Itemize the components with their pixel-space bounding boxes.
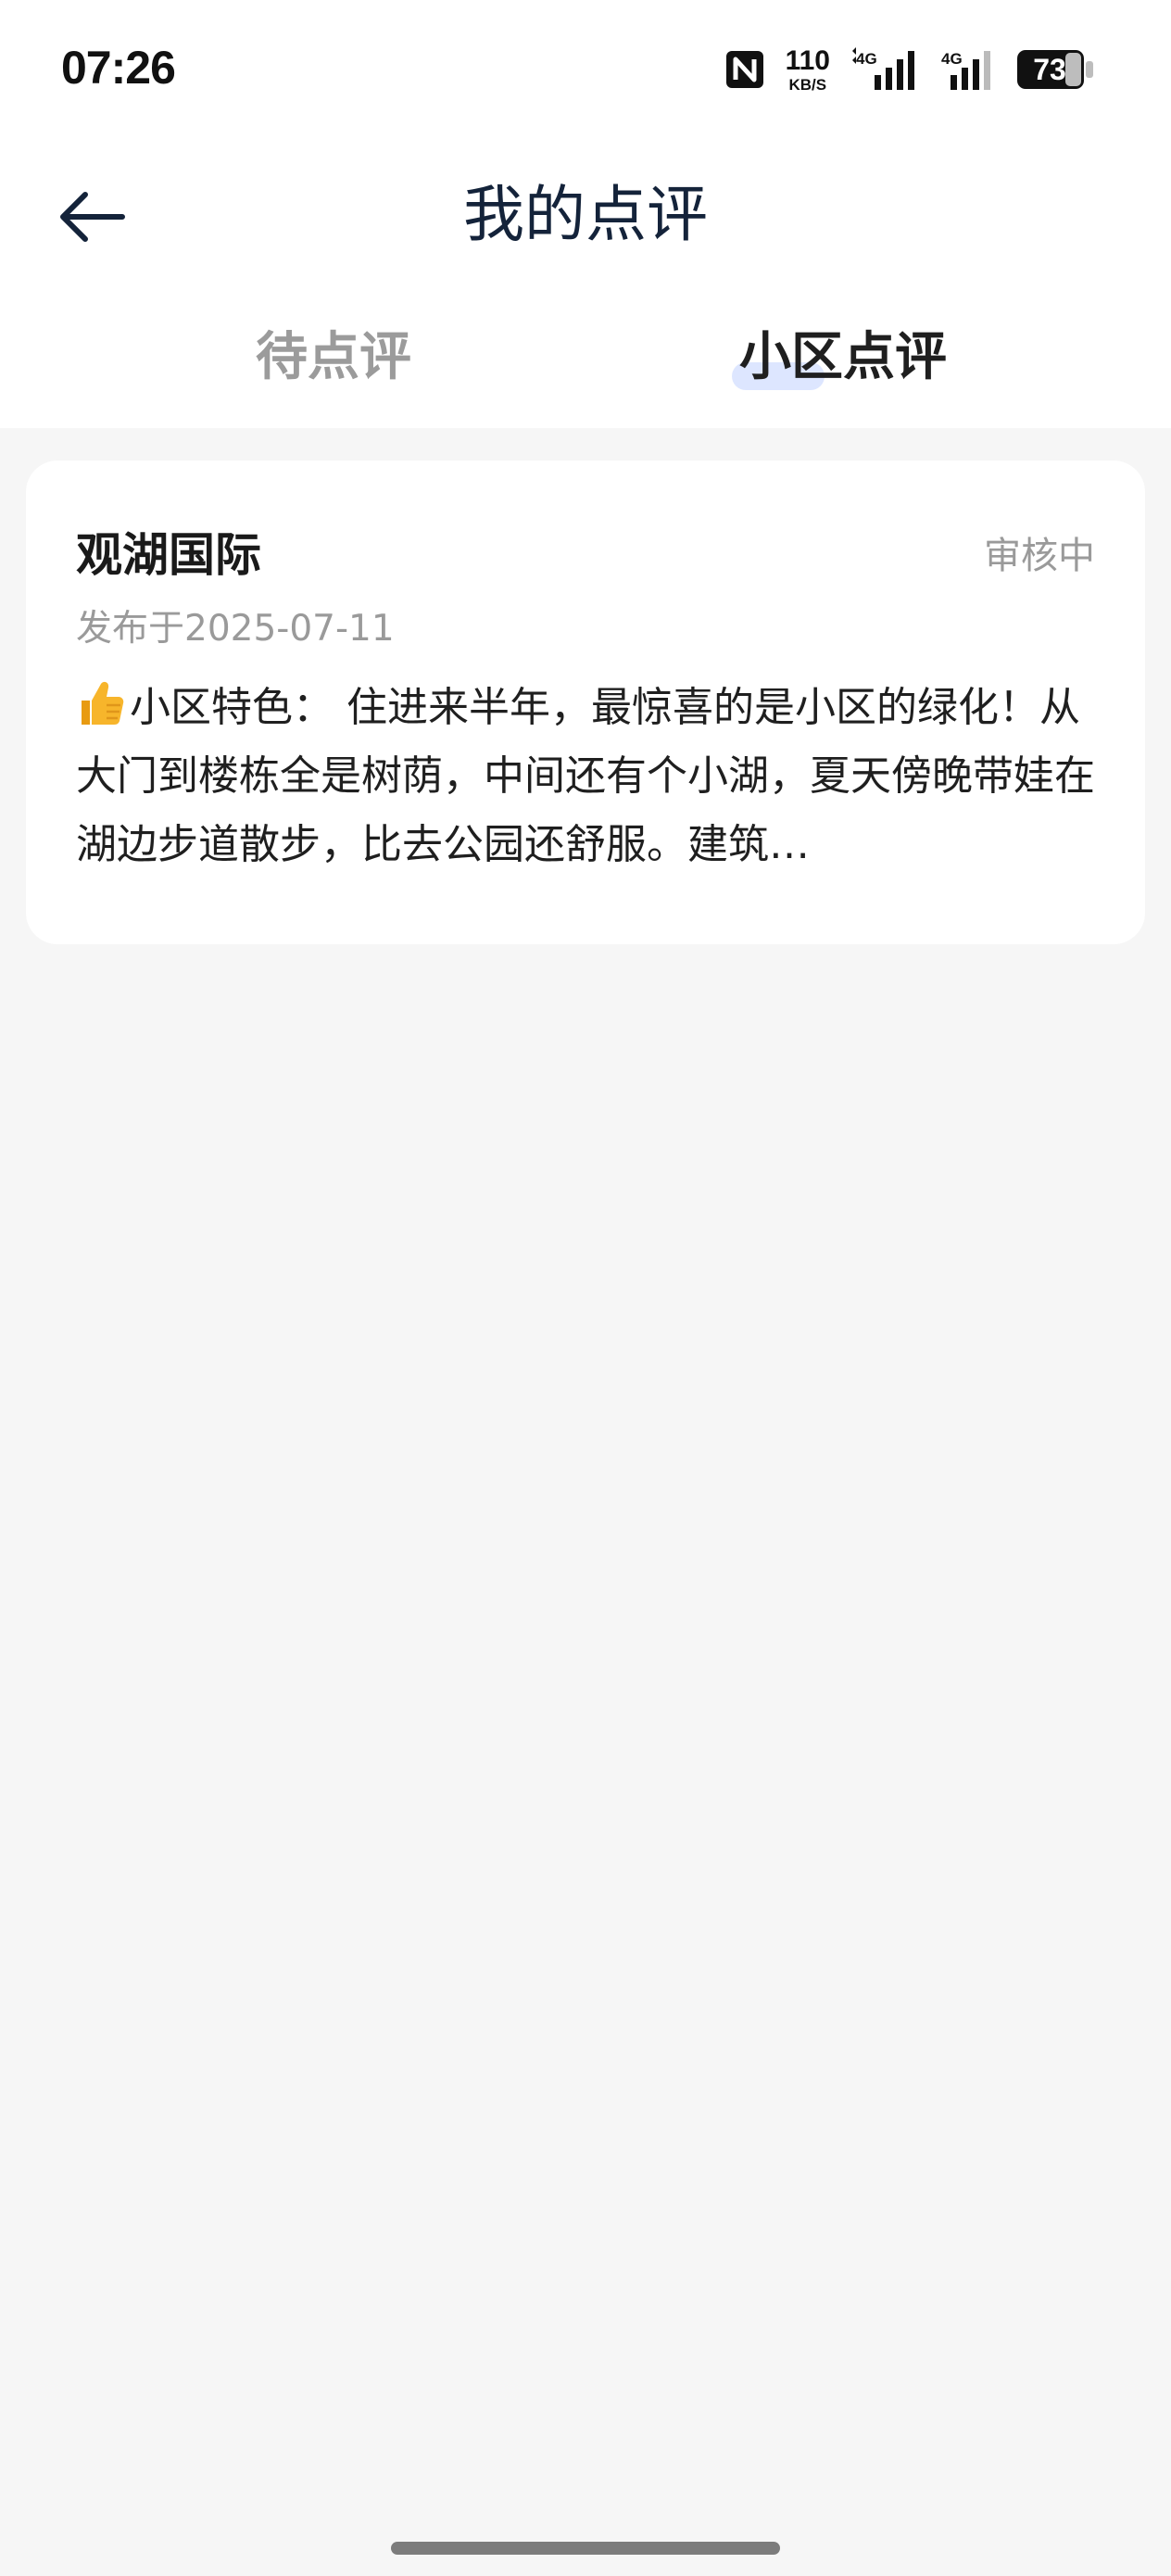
tab-community-reviews[interactable]: 小区点评 — [704, 301, 982, 403]
community-name: 观湖国际 — [76, 528, 261, 582]
review-card[interactable]: 观湖国际 审核中 发布于2025-07-11 小区特色： 住进来半年，最惊喜的是… — [26, 461, 1145, 944]
status-time: 07:26 — [61, 42, 176, 94]
review-content: 小区特色： 住进来半年，最惊喜的是小区的绿化！从大门到楼栋全是树荫，中间还有个小… — [76, 674, 1104, 879]
signal-icon: 4G — [941, 47, 997, 92]
network-speed: 110 KB/S — [785, 44, 830, 94]
signal-icon: 4G — [850, 47, 921, 92]
signal-2-label: 4G — [941, 50, 963, 68]
nfc-icon — [724, 49, 765, 90]
tab-label: 待点评 — [256, 326, 411, 387]
network-speed-value: 110 — [785, 44, 830, 76]
tab-bar: 待点评 小区点评 — [0, 301, 1171, 403]
signal-1-label: 4G — [856, 50, 877, 68]
review-text: 小区特色： 住进来半年，最惊喜的是小区的绿化！从大门到楼栋全是树荫，中间还有个小… — [76, 684, 1095, 868]
header: 我的点评 待点评 小区点评 — [0, 139, 1171, 428]
tab-label: 小区点评 — [739, 326, 947, 387]
screen: 07:26 110 KB/S 4G 4G 73 我的点评 待点评 小区点评 观湖… — [0, 0, 1171, 2576]
page-title: 我的点评 — [463, 179, 708, 250]
battery-level: 73 — [1033, 52, 1066, 86]
tab-pending-reviews[interactable]: 待点评 — [204, 301, 463, 403]
home-indicator[interactable] — [391, 2542, 780, 2555]
battery-icon: 73 — [1017, 50, 1097, 89]
thumbs-up-icon — [82, 681, 124, 725]
network-speed-unit: KB/S — [788, 75, 827, 94]
review-status-badge: 审核中 — [984, 535, 1095, 577]
review-date: 发布于2025-07-11 — [76, 608, 395, 650]
status-icons: 110 KB/S 4G 4G 73 — [724, 46, 1097, 93]
status-bar: 07:26 110 KB/S 4G 4G 73 — [0, 0, 1171, 139]
